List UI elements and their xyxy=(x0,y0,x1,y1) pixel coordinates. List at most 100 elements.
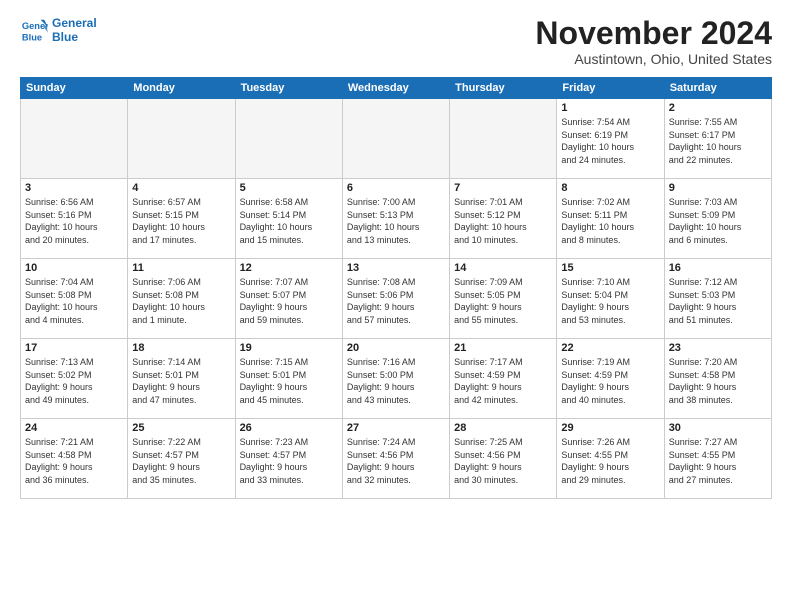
day-info: Sunrise: 7:00 AM Sunset: 5:13 PM Dayligh… xyxy=(347,196,445,246)
calendar-cell: 22 Sunrise: 7:19 AM Sunset: 4:59 PM Dayli… xyxy=(557,339,664,419)
svg-text:Blue: Blue xyxy=(22,32,42,42)
weekday-header-sunday: Sunday xyxy=(21,78,128,99)
calendar-cell xyxy=(450,99,557,179)
day-number: 1 xyxy=(561,102,659,114)
day-number: 28 xyxy=(454,422,552,434)
day-info: Sunrise: 7:06 AM Sunset: 5:08 PM Dayligh… xyxy=(132,276,230,326)
calendar-cell: 14 Sunrise: 7:09 AM Sunset: 5:05 PM Dayli… xyxy=(450,259,557,339)
day-number: 12 xyxy=(240,262,338,274)
calendar-body: 1Sunrise: 7:54 AM Sunset: 6:19 PM Daylig… xyxy=(21,99,772,499)
day-number: 4 xyxy=(132,182,230,194)
day-info: Sunrise: 7:12 AM Sunset: 5:03 PM Dayligh… xyxy=(669,276,767,326)
logo-blue: Blue xyxy=(52,30,97,44)
calendar-cell: 11 Sunrise: 7:06 AM Sunset: 5:08 PM Dayli… xyxy=(128,259,235,339)
calendar-cell: 8Sunrise: 7:02 AM Sunset: 5:11 PM Daylig… xyxy=(557,179,664,259)
calendar-cell: 18Sunrise: 7:14 AM Sunset: 5:01 PM Dayli… xyxy=(128,339,235,419)
day-number: 25 xyxy=(132,422,230,434)
day-number: 7 xyxy=(454,182,552,194)
weekday-header-thursday: Thursday xyxy=(450,78,557,99)
title-block: November 2024 Austintown, Ohio, United S… xyxy=(535,16,772,67)
day-info: Sunrise: 7:55 AM Sunset: 6:17 PM Dayligh… xyxy=(669,116,767,166)
weekday-header-friday: Friday xyxy=(557,78,664,99)
day-number: 27 xyxy=(347,422,445,434)
calendar-cell: 25 Sunrise: 7:22 AM Sunset: 4:57 PM Dayli… xyxy=(128,419,235,499)
calendar-cell: 3 Sunrise: 6:56 AM Sunset: 5:16 PM Daylig… xyxy=(21,179,128,259)
day-number: 19 xyxy=(240,342,338,354)
day-info: Sunrise: 7:17 AM Sunset: 4:59 PM Dayligh… xyxy=(454,356,552,406)
day-info: Sunrise: 7:25 AM Sunset: 4:56 PM Dayligh… xyxy=(454,436,552,486)
calendar-cell: 4 Sunrise: 6:57 AM Sunset: 5:15 PM Daylig… xyxy=(128,179,235,259)
day-number: 8 xyxy=(561,182,659,194)
day-info: Sunrise: 7:01 AM Sunset: 5:12 PM Dayligh… xyxy=(454,196,552,246)
weekday-header-row: SundayMondayTuesdayWednesdayThursdayFrid… xyxy=(21,78,772,99)
calendar-week-3: 10Sunrise: 7:04 AM Sunset: 5:08 PM Dayli… xyxy=(21,259,772,339)
day-info: Sunrise: 7:23 AM Sunset: 4:57 PM Dayligh… xyxy=(240,436,338,486)
location: Austintown, Ohio, United States xyxy=(535,51,772,67)
calendar-week-2: 3 Sunrise: 6:56 AM Sunset: 5:16 PM Daylig… xyxy=(21,179,772,259)
day-number: 5 xyxy=(240,182,338,194)
day-number: 15 xyxy=(561,262,659,274)
day-info: Sunrise: 7:27 AM Sunset: 4:55 PM Dayligh… xyxy=(669,436,767,486)
calendar-cell xyxy=(128,99,235,179)
day-info: Sunrise: 7:19 AM Sunset: 4:59 PM Dayligh… xyxy=(561,356,659,406)
day-number: 9 xyxy=(669,182,767,194)
calendar-cell xyxy=(21,99,128,179)
weekday-header-monday: Monday xyxy=(128,78,235,99)
day-info: Sunrise: 6:56 AM Sunset: 5:16 PM Dayligh… xyxy=(25,196,123,246)
calendar-cell xyxy=(235,99,342,179)
calendar-cell xyxy=(342,99,449,179)
day-number: 2 xyxy=(669,102,767,114)
calendar-cell: 20 Sunrise: 7:16 AM Sunset: 5:00 PM Dayli… xyxy=(342,339,449,419)
day-info: Sunrise: 7:13 AM Sunset: 5:02 PM Dayligh… xyxy=(25,356,123,406)
calendar-cell: 26 Sunrise: 7:23 AM Sunset: 4:57 PM Dayli… xyxy=(235,419,342,499)
day-number: 16 xyxy=(669,262,767,274)
day-number: 21 xyxy=(454,342,552,354)
day-info: Sunrise: 7:15 AM Sunset: 5:01 PM Dayligh… xyxy=(240,356,338,406)
calendar-cell: 12Sunrise: 7:07 AM Sunset: 5:07 PM Dayli… xyxy=(235,259,342,339)
day-info: Sunrise: 7:24 AM Sunset: 4:56 PM Dayligh… xyxy=(347,436,445,486)
logo-general: General xyxy=(52,16,97,30)
day-info: Sunrise: 7:26 AM Sunset: 4:55 PM Dayligh… xyxy=(561,436,659,486)
calendar-week-1: 1Sunrise: 7:54 AM Sunset: 6:19 PM Daylig… xyxy=(21,99,772,179)
calendar-cell: 16 Sunrise: 7:12 AM Sunset: 5:03 PM Dayli… xyxy=(664,259,771,339)
calendar-week-5: 24 Sunrise: 7:21 AM Sunset: 4:58 PM Dayli… xyxy=(21,419,772,499)
day-info: Sunrise: 7:21 AM Sunset: 4:58 PM Dayligh… xyxy=(25,436,123,486)
calendar-cell: 21 Sunrise: 7:17 AM Sunset: 4:59 PM Dayli… xyxy=(450,339,557,419)
calendar-cell: 10Sunrise: 7:04 AM Sunset: 5:08 PM Dayli… xyxy=(21,259,128,339)
calendar-cell: 19 Sunrise: 7:15 AM Sunset: 5:01 PM Dayli… xyxy=(235,339,342,419)
day-number: 18 xyxy=(132,342,230,354)
day-info: Sunrise: 7:09 AM Sunset: 5:05 PM Dayligh… xyxy=(454,276,552,326)
day-info: Sunrise: 7:03 AM Sunset: 5:09 PM Dayligh… xyxy=(669,196,767,246)
calendar-cell: 2 Sunrise: 7:55 AM Sunset: 6:17 PM Daylig… xyxy=(664,99,771,179)
day-info: Sunrise: 7:04 AM Sunset: 5:08 PM Dayligh… xyxy=(25,276,123,326)
day-number: 29 xyxy=(561,422,659,434)
month-title: November 2024 xyxy=(535,16,772,51)
day-number: 30 xyxy=(669,422,767,434)
day-info: Sunrise: 7:10 AM Sunset: 5:04 PM Dayligh… xyxy=(561,276,659,326)
day-number: 3 xyxy=(25,182,123,194)
day-number: 20 xyxy=(347,342,445,354)
day-number: 6 xyxy=(347,182,445,194)
calendar-cell: 28 Sunrise: 7:25 AM Sunset: 4:56 PM Dayli… xyxy=(450,419,557,499)
day-info: Sunrise: 7:08 AM Sunset: 5:06 PM Dayligh… xyxy=(347,276,445,326)
calendar-cell: 15 Sunrise: 7:10 AM Sunset: 5:04 PM Dayli… xyxy=(557,259,664,339)
calendar-cell: 6 Sunrise: 7:00 AM Sunset: 5:13 PM Daylig… xyxy=(342,179,449,259)
day-number: 11 xyxy=(132,262,230,274)
day-number: 17 xyxy=(25,342,123,354)
day-number: 13 xyxy=(347,262,445,274)
day-info: Sunrise: 7:16 AM Sunset: 5:00 PM Dayligh… xyxy=(347,356,445,406)
page: General Blue General Blue November 2024 … xyxy=(0,0,792,612)
calendar-cell: 27 Sunrise: 7:24 AM Sunset: 4:56 PM Dayli… xyxy=(342,419,449,499)
day-number: 24 xyxy=(25,422,123,434)
day-info: Sunrise: 6:57 AM Sunset: 5:15 PM Dayligh… xyxy=(132,196,230,246)
calendar-cell: 13 Sunrise: 7:08 AM Sunset: 5:06 PM Dayli… xyxy=(342,259,449,339)
day-number: 14 xyxy=(454,262,552,274)
weekday-header-wednesday: Wednesday xyxy=(342,78,449,99)
day-info: Sunrise: 7:22 AM Sunset: 4:57 PM Dayligh… xyxy=(132,436,230,486)
calendar-cell: 7 Sunrise: 7:01 AM Sunset: 5:12 PM Daylig… xyxy=(450,179,557,259)
day-number: 26 xyxy=(240,422,338,434)
logo-icon: General Blue xyxy=(20,16,48,44)
day-number: 22 xyxy=(561,342,659,354)
day-info: Sunrise: 6:58 AM Sunset: 5:14 PM Dayligh… xyxy=(240,196,338,246)
day-info: Sunrise: 7:20 AM Sunset: 4:58 PM Dayligh… xyxy=(669,356,767,406)
